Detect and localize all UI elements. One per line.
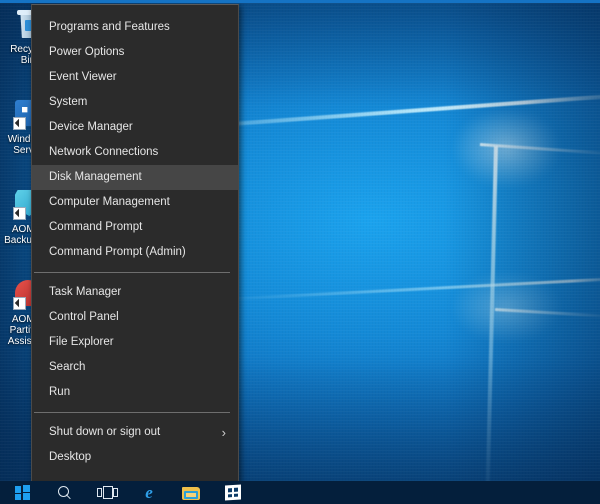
menu-item-task-manager[interactable]: Task Manager xyxy=(32,280,238,305)
shortcut-arrow-icon xyxy=(13,207,26,220)
shortcut-arrow-icon xyxy=(13,297,26,310)
screen-top-edge xyxy=(0,0,600,3)
task-view-button[interactable] xyxy=(86,481,128,504)
file-explorer-button[interactable] xyxy=(170,481,212,504)
folder-icon xyxy=(182,486,200,500)
menu-item-command-prompt-admin[interactable]: Command Prompt (Admin) xyxy=(32,240,238,265)
edge-icon: e xyxy=(145,484,153,501)
menu-item-power-options[interactable]: Power Options xyxy=(32,40,238,65)
menu-item-event-viewer[interactable]: Event Viewer xyxy=(32,65,238,90)
menu-item-run[interactable]: Run xyxy=(32,380,238,405)
menu-item-system[interactable]: System xyxy=(32,90,238,115)
menu-separator-2 xyxy=(34,412,230,413)
task-view-icon xyxy=(97,486,117,499)
search-button[interactable] xyxy=(44,481,86,504)
start-button[interactable] xyxy=(0,481,44,504)
menu-item-programs-and-features[interactable]: Programs and Features xyxy=(32,15,238,40)
menu-item-network-connections[interactable]: Network Connections xyxy=(32,140,238,165)
menu-item-device-manager[interactable]: Device Manager xyxy=(32,115,238,140)
taskbar: e xyxy=(0,481,600,504)
store-button[interactable] xyxy=(212,481,254,504)
menu-separator-1 xyxy=(34,272,230,273)
store-icon xyxy=(225,484,241,500)
menu-item-computer-management[interactable]: Computer Management xyxy=(32,190,238,215)
edge-button[interactable]: e xyxy=(128,481,170,504)
menu-item-disk-management[interactable]: Disk Management xyxy=(32,165,238,190)
search-icon xyxy=(58,486,72,500)
menu-item-search[interactable]: Search xyxy=(32,355,238,380)
winx-quick-link-menu: Programs and Features Power Options Even… xyxy=(31,4,239,483)
winx-menu-group-tools: Task Manager Control Panel File Explorer… xyxy=(32,280,238,405)
menu-item-command-prompt[interactable]: Command Prompt xyxy=(32,215,238,240)
chevron-right-icon: › xyxy=(222,420,226,445)
menu-item-desktop[interactable]: Desktop xyxy=(32,445,238,470)
winx-menu-group-session: Shut down or sign out › Desktop xyxy=(32,420,238,470)
menu-item-shut-down-or-sign-out[interactable]: Shut down or sign out › xyxy=(32,420,238,445)
menu-item-control-panel[interactable]: Control Panel xyxy=(32,305,238,330)
windows-logo-icon xyxy=(15,485,30,500)
desktop-screen: Recycle Bin Windows Server AOMEI Backupp… xyxy=(0,0,600,504)
shortcut-arrow-icon xyxy=(13,117,26,130)
winx-menu-group-system: Programs and Features Power Options Even… xyxy=(32,5,238,265)
menu-item-file-explorer[interactable]: File Explorer xyxy=(32,330,238,355)
menu-item-label: Shut down or sign out xyxy=(49,426,160,438)
